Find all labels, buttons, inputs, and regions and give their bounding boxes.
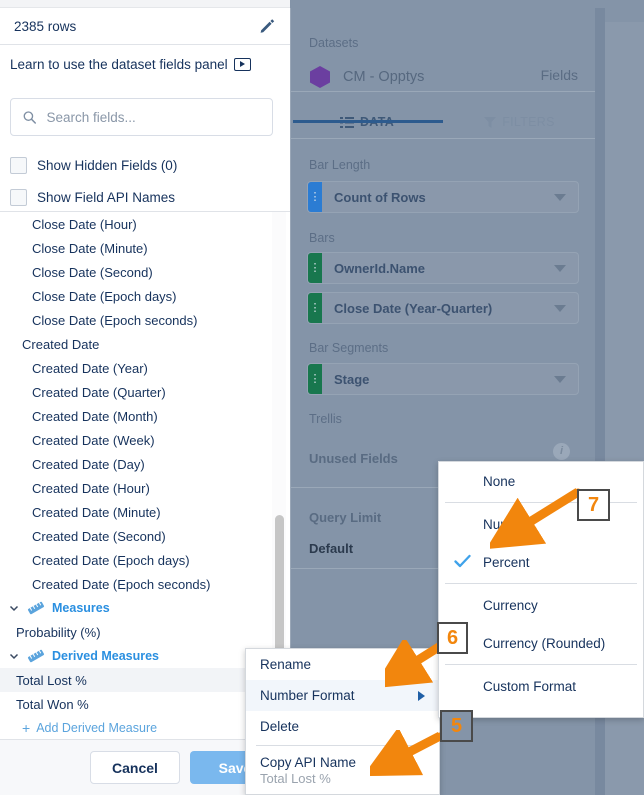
plus-icon: + bbox=[22, 720, 31, 736]
chevron-down-icon[interactable] bbox=[554, 264, 566, 272]
field-pill-stage[interactable]: ⋮ Stage bbox=[307, 363, 579, 395]
submenu-item-currency[interactable]: Currency bbox=[439, 586, 643, 624]
list-item[interactable]: Close Date (Epoch days) bbox=[0, 284, 290, 308]
list-item[interactable]: Created Date (Year) bbox=[0, 356, 290, 380]
chevron-down-icon[interactable] bbox=[8, 650, 20, 662]
cancel-button[interactable]: Cancel bbox=[90, 751, 180, 784]
callout-badge-6: 6 bbox=[437, 622, 468, 654]
list-item[interactable]: Created Date (Day) bbox=[0, 452, 290, 476]
list-item[interactable]: Created Date (Month) bbox=[0, 404, 290, 428]
list-item[interactable]: Created Date (Second) bbox=[0, 524, 290, 548]
submenu-divider bbox=[445, 664, 637, 665]
field-pill-value: Count of Rows bbox=[334, 189, 426, 205]
chevron-right-icon bbox=[418, 690, 425, 701]
query-limit-value[interactable]: Default bbox=[309, 541, 353, 556]
list-item[interactable]: Created Date bbox=[0, 332, 290, 356]
show-field-api-names-label: Show Field API Names bbox=[37, 189, 176, 205]
search-field-wrapper[interactable] bbox=[10, 98, 273, 136]
menu-item-number-format-label: Number Format bbox=[260, 688, 355, 703]
list-item[interactable]: Close Date (Minute) bbox=[0, 236, 290, 260]
ruler-icon bbox=[27, 601, 45, 615]
section-label-bars: Bars bbox=[309, 231, 335, 245]
show-field-api-names-checkbox-row[interactable]: Show Field API Names bbox=[10, 184, 280, 210]
chevron-down-icon[interactable] bbox=[554, 304, 566, 312]
chevron-down-icon[interactable] bbox=[8, 602, 20, 614]
field-pill-value: OwnerId.Name bbox=[334, 260, 426, 276]
checkbox-icon[interactable] bbox=[10, 188, 27, 206]
panel-top-strip bbox=[0, 0, 290, 8]
callout-badge-7: 7 bbox=[577, 489, 610, 521]
rows-count: 2385 rows bbox=[14, 18, 77, 34]
list-item[interactable]: Probability (%) bbox=[0, 620, 290, 644]
tab-filters-label: FILTERS bbox=[502, 115, 555, 129]
menu-divider bbox=[256, 745, 429, 746]
list-item[interactable]: Created Date (Week) bbox=[0, 428, 290, 452]
menu-item-rename[interactable]: Rename bbox=[246, 649, 439, 680]
ruler-icon bbox=[27, 649, 45, 663]
dataset-name: CM - Opptys bbox=[343, 69, 425, 85]
search-input[interactable] bbox=[46, 109, 260, 125]
dataset-row[interactable]: CM - Opptys bbox=[309, 63, 579, 91]
unused-fields-label: Unused Fields bbox=[309, 451, 398, 466]
checkmark-icon bbox=[454, 554, 471, 569]
field-pill-count-of-rows[interactable]: ⋮ Count of Rows bbox=[307, 181, 579, 213]
list-item[interactable]: Created Date (Quarter) bbox=[0, 380, 290, 404]
drag-handle-icon[interactable]: ⋮ bbox=[308, 253, 322, 283]
list-item[interactable]: Created Date (Minute) bbox=[0, 500, 290, 524]
drag-handle-icon[interactable]: ⋮ bbox=[308, 364, 322, 394]
context-menu[interactable]: Rename Number Format Delete Copy API Nam… bbox=[245, 648, 440, 795]
list-item[interactable]: Created Date (Epoch seconds) bbox=[0, 572, 290, 596]
funnel-icon bbox=[484, 116, 497, 128]
field-pill-value: Close Date (Year-Quarter) bbox=[334, 300, 493, 316]
field-pill-ownerid-name[interactable]: ⋮ OwnerId.Name bbox=[307, 252, 579, 284]
list-item[interactable]: Created Date (Hour) bbox=[0, 476, 290, 500]
submenu-divider bbox=[445, 583, 637, 584]
play-video-icon[interactable] bbox=[233, 57, 251, 71]
submenu-item-custom-format[interactable]: Custom Format bbox=[439, 667, 643, 705]
pencil-icon[interactable] bbox=[258, 17, 276, 35]
list-item[interactable]: Close Date (Second) bbox=[0, 260, 290, 284]
field-pill-close-date-year-quarter[interactable]: ⋮ Close Date (Year-Quarter) bbox=[307, 292, 579, 324]
submenu-item-none[interactable]: None bbox=[439, 462, 643, 500]
group-header-measures[interactable]: Measures bbox=[0, 596, 290, 620]
submenu-item-percent-label: Percent bbox=[483, 554, 530, 570]
tab-filters[interactable]: FILTERS bbox=[443, 106, 596, 138]
section-label-trellis: Trellis bbox=[309, 412, 342, 426]
active-tab-underline bbox=[293, 120, 443, 123]
chevron-down-icon[interactable] bbox=[554, 375, 566, 383]
group-label: Derived Measures bbox=[52, 649, 160, 663]
list-item[interactable]: Close Date (Hour) bbox=[0, 212, 290, 236]
checkbox-icon[interactable] bbox=[10, 156, 27, 174]
add-derived-measure-label: Add Derived Measure bbox=[36, 721, 158, 735]
list-item[interactable]: Created Date (Epoch days) bbox=[0, 548, 290, 572]
drag-handle-icon[interactable]: ⋮ bbox=[308, 293, 322, 323]
rows-header: 2385 rows bbox=[0, 8, 290, 45]
search-icon bbox=[23, 110, 37, 124]
learn-link-row[interactable]: Learn to use the dataset fields panel bbox=[0, 46, 290, 82]
show-hidden-fields-label: Show Hidden Fields (0) bbox=[37, 157, 178, 173]
callout-badge-5: 5 bbox=[440, 710, 473, 742]
menu-item-delete[interactable]: Delete bbox=[246, 711, 439, 742]
query-limit-label: Query Limit bbox=[309, 510, 382, 525]
datasets-label: Datasets bbox=[309, 36, 359, 50]
info-icon[interactable]: i bbox=[553, 443, 570, 460]
list-item[interactable]: Close Date (Epoch seconds) bbox=[0, 308, 290, 332]
field-pill-value: Stage bbox=[334, 371, 370, 387]
copy-api-name-value: Total Lost % bbox=[260, 771, 331, 786]
submenu-item-number[interactable]: Number bbox=[439, 505, 643, 543]
show-hidden-fields-checkbox-row[interactable]: Show Hidden Fields (0) bbox=[10, 152, 280, 178]
drag-handle-icon[interactable]: ⋮ bbox=[308, 182, 322, 212]
section-label-bar-length: Bar Length bbox=[309, 158, 371, 172]
section-label-bar-segments: Bar Segments bbox=[309, 341, 389, 355]
submenu-item-currency-rounded[interactable]: Currency (Rounded) bbox=[439, 624, 643, 662]
fields-link[interactable]: Fields bbox=[541, 67, 578, 83]
submenu-item-percent[interactable]: Percent bbox=[439, 543, 643, 581]
menu-item-number-format[interactable]: Number Format bbox=[246, 680, 439, 711]
group-label: Measures bbox=[52, 601, 110, 615]
number-format-submenu[interactable]: None Number Percent Currency Currency (R… bbox=[438, 461, 644, 718]
learn-text: Learn to use the dataset fields panel bbox=[10, 56, 228, 72]
chevron-down-icon[interactable] bbox=[554, 193, 566, 201]
hexagon-dataset-icon bbox=[309, 65, 331, 89]
